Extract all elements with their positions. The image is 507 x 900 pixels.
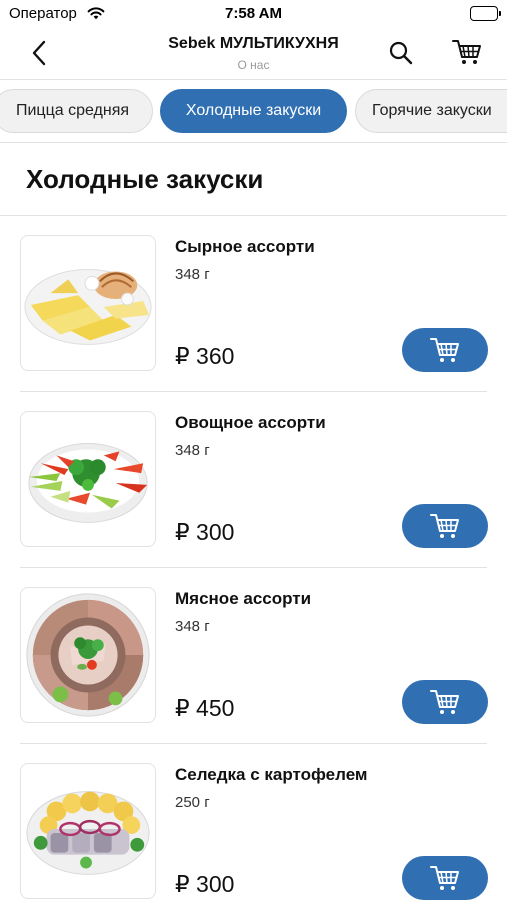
status-bar: Оператор 7:58 AM [0,0,507,28]
nav-bar: Sebek МУЛЬТИКУХНЯ О нас [0,28,507,78]
product-image-vegetable-platter [20,411,156,547]
product-item[interactable]: Селедка с картофелем 250 г ₽ 300 [0,744,507,900]
cart-icon [430,338,459,362]
battery-icon [470,6,501,21]
cart-icon [430,866,459,890]
add-to-cart-button[interactable] [402,504,488,548]
cart-button[interactable] [451,37,483,67]
product-weight: 348 г [175,618,210,635]
nav-divider [0,79,507,80]
tab-cold-appetizers[interactable]: Холодные закуски [160,89,347,133]
product-image-meat-platter [20,587,156,723]
cart-icon [430,690,459,714]
product-name: Сырное ассорти [175,237,315,256]
search-icon [389,41,413,65]
tab-pizza-medium[interactable]: Пицца средняя [0,89,153,133]
product-price: ₽ 360 [175,343,235,369]
product-image-cheese-platter [20,235,156,371]
product-image-herring-potato-platter [20,763,156,899]
product-item[interactable]: Овощное ассорти 348 г ₽ 300 [0,392,507,568]
product-item[interactable]: Сырное ассорти 348 г ₽ 360 [0,216,507,392]
product-name: Селедка с картофелем [175,765,368,784]
search-button[interactable] [386,38,416,68]
add-to-cart-button[interactable] [402,680,488,724]
about-link[interactable]: О нас [0,58,507,72]
tab-hot-appetizers[interactable]: Горячие закуски [355,89,507,133]
product-name: Мясное ассорти [175,589,312,608]
product-weight: 348 г [175,266,210,283]
page-title: Sebek МУЛЬТИКУХНЯ [168,35,339,52]
product-weight: 250 г [175,794,210,811]
product-price: ₽ 300 [175,519,235,545]
product-item[interactable]: Мясное ассорти 348 г ₽ 450 [0,568,507,744]
clock: 7:58 AM [225,5,282,22]
category-tabs: Пицца средняя Холодные закуски Горячие з… [0,89,507,133]
tabs-divider [0,142,507,143]
add-to-cart-button[interactable] [402,328,488,372]
cart-icon [452,40,481,64]
add-to-cart-button[interactable] [402,856,488,900]
cart-icon [430,514,459,538]
product-weight: 348 г [175,442,210,459]
product-name: Овощное ассорти [175,413,326,432]
product-price: ₽ 300 [175,871,235,897]
product-price: ₽ 450 [175,695,235,721]
section-title: Холодные закуски [26,164,264,194]
